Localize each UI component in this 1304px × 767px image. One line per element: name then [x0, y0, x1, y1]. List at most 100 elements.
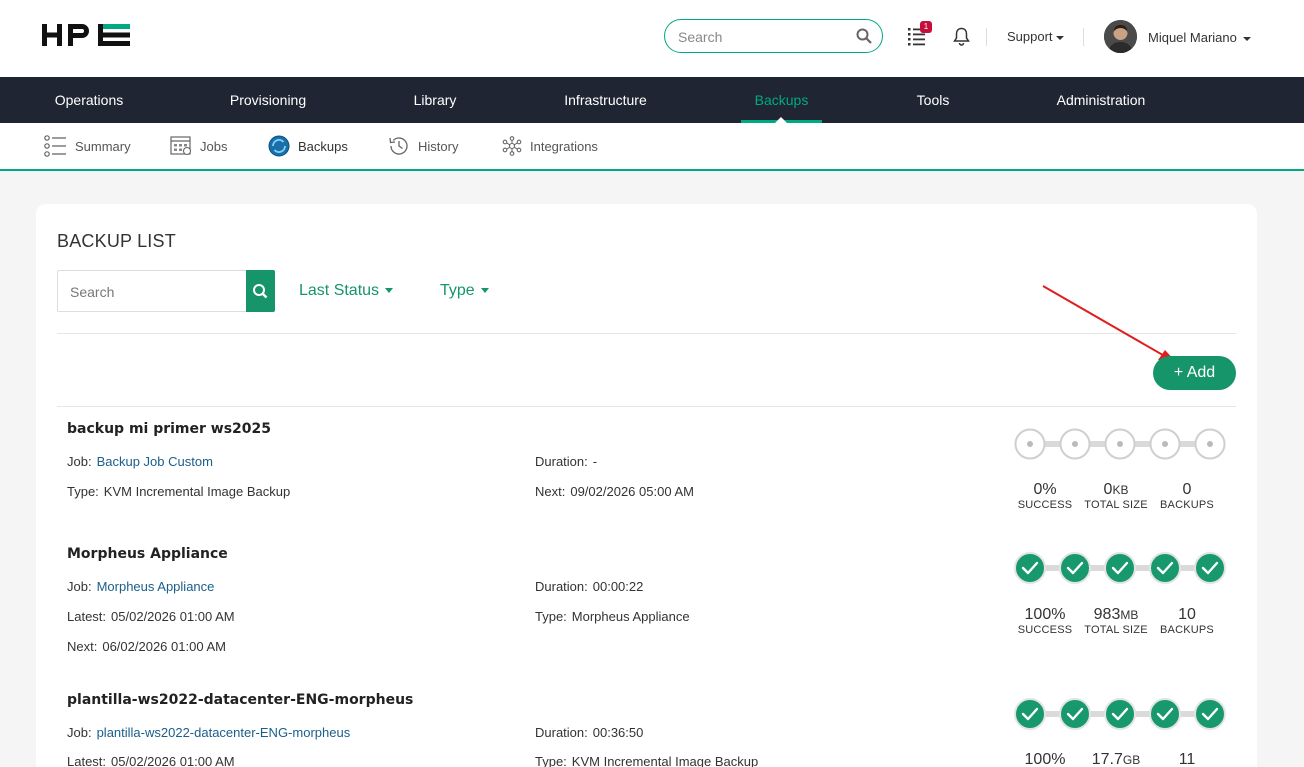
subnav-backups[interactable]: Backups [268, 134, 348, 158]
total-size-stat: 983MB TOTAL SIZE [1080, 606, 1152, 636]
backup-next-field: Next: 09/02/2026 05:00 AM [535, 484, 694, 499]
hpe-logo[interactable] [42, 23, 130, 47]
backup-job-field: Job: Morpheus Appliance [67, 579, 214, 594]
backup-duration-field: Duration: 00:36:50 [535, 725, 643, 740]
chevron-down-icon [385, 288, 394, 294]
nav-administration[interactable]: Administration [1045, 77, 1157, 123]
backup-search-button[interactable] [246, 270, 275, 312]
subnav-backups-label: Backups [298, 138, 348, 154]
history-clock-icon [389, 137, 408, 155]
search-icon[interactable] [856, 28, 872, 44]
bell-icon[interactable] [953, 27, 970, 46]
chevron-down-icon [1055, 35, 1064, 40]
backup-next-value: 09/02/2026 05:00 AM [570, 484, 694, 499]
backup-duration-value: - [592, 454, 598, 469]
tasks-count-badge: 1 [920, 21, 932, 33]
global-search-input[interactable] [678, 27, 848, 47]
field-label: Next: [67, 639, 98, 654]
field-label: Job: [67, 454, 92, 469]
nav-tools[interactable]: Tools [898, 77, 968, 123]
page-title: BACKUP LIST [57, 231, 176, 251]
backup-type-field: Type: KVM Incremental Image Backup [67, 484, 290, 499]
backup-search[interactable] [57, 270, 275, 312]
count-value: 0 [1182, 481, 1192, 498]
nav-provisioning[interactable]: Provisioning [218, 77, 318, 123]
backup-duration-field: Duration: - [535, 454, 597, 469]
subnav-integrations[interactable]: Integrations [502, 134, 598, 158]
backup-job-link[interactable]: Morpheus Appliance [97, 579, 215, 594]
count-value: 11 [1178, 751, 1196, 767]
size-caption: TOTAL SIZE [1084, 624, 1148, 636]
backup-type-value: KVM Incremental Image Backup [103, 484, 291, 499]
backup-status-dots-success [1014, 698, 1226, 730]
main-navigation: Operations Provisioning Library Infrastr… [0, 77, 1304, 123]
subnav-jobs[interactable]: Jobs [170, 134, 227, 158]
size-unit: KB [1112, 483, 1129, 497]
field-label: Latest: [67, 754, 107, 767]
integrations-network-icon [502, 136, 522, 156]
backup-latest-field: Latest: 05/02/2026 01:00 AM [67, 754, 235, 767]
field-label: Type: [535, 609, 567, 624]
backup-next-value: 06/02/2026 01:00 AM [102, 639, 226, 654]
filter-type[interactable]: Type [440, 282, 489, 300]
backups-count-stat: 10 BACKUPS [1156, 606, 1218, 636]
nav-library[interactable]: Library [395, 77, 475, 123]
nav-infrastructure[interactable]: Infrastructure [553, 77, 658, 123]
search-icon [253, 284, 268, 299]
support-menu[interactable]: Support [1007, 29, 1064, 44]
sub-navigation: Summary Jobs Backups History Integration… [0, 123, 1304, 171]
nav-operations[interactable]: Operations [44, 77, 134, 123]
subnav-jobs-label: Jobs [200, 138, 228, 154]
user-avatar[interactable] [1104, 20, 1137, 53]
header-divider [986, 28, 987, 46]
filter-type-label: Type [440, 282, 475, 299]
field-label: Next: [535, 484, 566, 499]
backups-sync-icon [268, 135, 290, 157]
backup-status-dots-empty [1014, 428, 1226, 460]
subnav-history[interactable]: History [388, 134, 458, 158]
support-label: Support [1007, 29, 1053, 44]
chevron-down-icon [1242, 36, 1251, 41]
backup-type-field: Type: Morpheus Appliance [535, 609, 690, 624]
size-value: 983 [1093, 606, 1121, 623]
backup-job-field: Job: plantilla-ws2022-datacenter-ENG-morp… [67, 725, 350, 740]
backup-duration-value: 00:00:22 [592, 579, 644, 594]
backup-type-value: KVM Incremental Image Backup [571, 754, 759, 767]
field-label: Duration: [535, 579, 588, 594]
success-value: 100% [1024, 606, 1066, 623]
size-value: 17.7 [1091, 751, 1123, 767]
chevron-down-icon [480, 288, 489, 294]
backup-name[interactable]: backup mi primer ws2025 [67, 421, 271, 437]
global-search[interactable] [664, 19, 883, 53]
subnav-summary[interactable]: Summary [44, 134, 131, 158]
user-menu[interactable]: Miquel Mariano [1148, 30, 1251, 45]
backup-job-link[interactable]: plantilla-ws2022-datacenter-ENG-morpheus [97, 725, 351, 740]
total-size-stat: 0KB TOTAL SIZE [1080, 481, 1152, 511]
success-stat: 100% [1014, 751, 1076, 767]
filter-last-status[interactable]: Last Status [299, 282, 394, 300]
backup-next-field: Next: 06/02/2026 01:00 AM [67, 639, 226, 654]
backup-search-input[interactable] [70, 282, 230, 302]
success-value: 0% [1033, 481, 1057, 498]
add-backup-button[interactable]: + Add [1153, 356, 1236, 390]
backup-name[interactable]: plantilla-ws2022-datacenter-ENG-morpheus [67, 692, 413, 708]
backup-name[interactable]: Morpheus Appliance [67, 546, 228, 562]
subnav-summary-label: Summary [75, 138, 131, 154]
jobs-calendar-icon [170, 136, 192, 156]
backup-job-link[interactable]: Backup Job Custom [97, 454, 213, 469]
subnav-integrations-label: Integrations [530, 138, 598, 154]
header-divider [1083, 28, 1084, 46]
backup-status-dots-success [1014, 552, 1226, 584]
backup-type-field: Type: KVM Incremental Image Backup [535, 754, 758, 767]
backup-latest-value: 05/02/2026 01:00 AM [111, 754, 235, 767]
success-stat: 0% SUCCESS [1014, 481, 1076, 511]
count-caption: BACKUPS [1160, 499, 1214, 511]
backup-job-field: Job: Backup Job Custom [67, 454, 213, 469]
backup-list-card: BACKUP LIST Last Status Type + Add backu… [36, 204, 1257, 767]
size-caption: TOTAL SIZE [1084, 499, 1148, 511]
total-size-stat: 17.7GB [1080, 751, 1152, 767]
filter-last-status-label: Last Status [299, 282, 380, 299]
field-label: Job: [67, 725, 92, 740]
size-unit: GB [1122, 753, 1141, 767]
user-name: Miquel Mariano [1148, 30, 1237, 45]
